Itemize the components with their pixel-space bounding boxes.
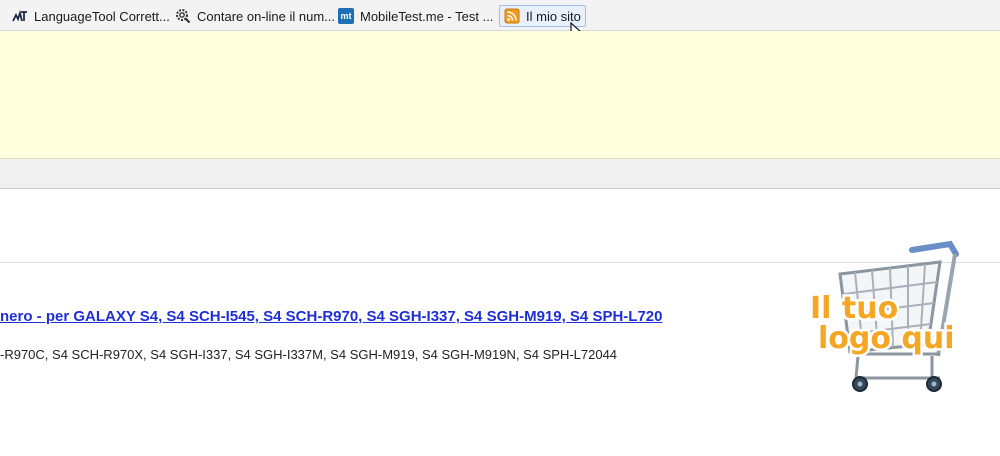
bookmark-label: Contare on-line il num... bbox=[197, 8, 336, 24]
logo-placeholder: Il tuo logo qui bbox=[808, 240, 959, 392]
gear-magnifier-icon bbox=[175, 8, 191, 24]
rss-feed-icon bbox=[504, 8, 520, 24]
bookmark-contare[interactable]: Contare on-line il num... bbox=[175, 5, 335, 27]
mobiletest-icon-text: mt bbox=[340, 11, 352, 21]
languagetool-icon bbox=[12, 8, 28, 24]
bookmarks-bar: LanguageTool Corrett... Contare on-line … bbox=[0, 0, 1000, 31]
bookmark-mobiletest[interactable]: mt MobileTest.me - Test ... bbox=[338, 5, 493, 27]
notification-area bbox=[0, 31, 1000, 159]
product-title-link[interactable]: nero - per GALAXY S4, S4 SCH-I545, S4 SC… bbox=[0, 308, 662, 325]
logo-text-line2: logo qui bbox=[818, 321, 955, 356]
toolbar-band bbox=[0, 159, 1000, 189]
mobiletest-icon: mt bbox=[338, 8, 354, 24]
bookmark-languagetool[interactable]: LanguageTool Corrett... bbox=[12, 5, 170, 27]
bookmark-label: MobileTest.me - Test ... bbox=[360, 8, 494, 24]
compatibility-list: -R970C, S4 SCH-R970X, S4 SGH-I337, S4 SG… bbox=[0, 347, 618, 362]
bookmark-label: LanguageTool Corrett... bbox=[34, 8, 170, 24]
